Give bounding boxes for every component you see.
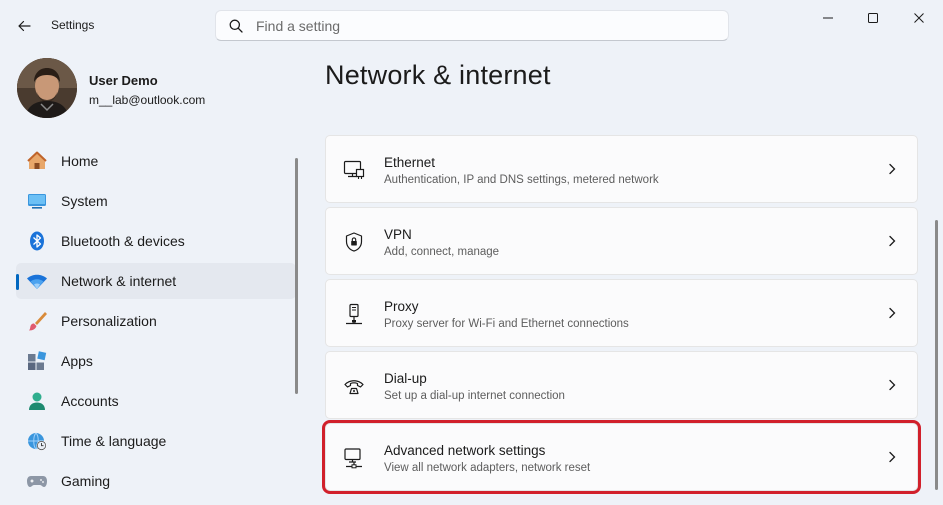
- card-title: Advanced network settings: [384, 443, 546, 458]
- close-button[interactable]: [903, 6, 935, 30]
- card-subtitle: Authentication, IP and DNS settings, met…: [384, 174, 659, 186]
- chevron-right-icon: [885, 450, 899, 464]
- sidebar-item-time-language[interactable]: Time & language: [16, 423, 296, 459]
- sidebar-item-gaming[interactable]: Gaming: [16, 463, 296, 499]
- back-button[interactable]: [10, 12, 38, 40]
- sidebar-item-personalization[interactable]: Personalization: [16, 303, 296, 339]
- brush-icon: [26, 310, 48, 332]
- sidebar-item-label: Personalization: [61, 313, 157, 329]
- page-title: Network & internet: [325, 60, 551, 90]
- setting-card-dialup[interactable]: Dial-up Set up a dial-up internet connec…: [325, 351, 918, 419]
- card-title: VPN: [384, 227, 412, 242]
- card-subtitle: Set up a dial-up internet connection: [384, 390, 565, 402]
- setting-card-ethernet[interactable]: Ethernet Authentication, IP and DNS sett…: [325, 135, 918, 203]
- minimize-button[interactable]: [812, 6, 844, 30]
- sidebar-item-home[interactable]: Home: [16, 143, 296, 179]
- back-arrow-icon: [18, 20, 31, 32]
- dialup-phone-icon: [342, 374, 366, 398]
- card-title: Ethernet: [384, 155, 436, 170]
- chevron-right-icon: [885, 162, 899, 176]
- user-name: User Demo: [89, 73, 158, 88]
- sidebar-item-label: Home: [61, 153, 99, 169]
- search-box[interactable]: [215, 10, 729, 41]
- sidebar-item-accounts[interactable]: Accounts: [16, 383, 296, 419]
- wifi-icon: [26, 270, 48, 292]
- main-scrollbar[interactable]: [935, 220, 938, 490]
- home-icon: [26, 150, 48, 172]
- card-title: Proxy: [384, 299, 419, 314]
- card-subtitle: Proxy server for Wi-Fi and Ethernet conn…: [384, 318, 629, 330]
- card-subtitle: View all network adapters, network reset: [384, 462, 591, 474]
- user-email: m__lab@outlook.com: [89, 93, 206, 107]
- sidebar-item-bluetooth[interactable]: Bluetooth & devices: [16, 223, 296, 259]
- vpn-shield-icon: [342, 230, 366, 254]
- settings-list: Ethernet Authentication, IP and DNS sett…: [322, 135, 921, 495]
- sidebar-item-apps[interactable]: Apps: [16, 343, 296, 379]
- sidebar-item-label: System: [61, 193, 108, 209]
- sidebar-item-label: Accounts: [61, 393, 119, 409]
- user-portrait-icon: [17, 58, 77, 118]
- app-title: Settings: [51, 18, 95, 32]
- sidebar-item-label: Network & internet: [61, 273, 177, 289]
- sidebar-nav: Home System Bluetooth & devices Network …: [16, 143, 296, 503]
- accounts-icon: [26, 390, 48, 412]
- avatar[interactable]: [17, 58, 77, 118]
- chevron-right-icon: [885, 306, 899, 320]
- proxy-icon: [342, 302, 366, 326]
- sidebar-item-network[interactable]: Network & internet: [16, 263, 296, 299]
- sidebar-item-label: Bluetooth & devices: [61, 233, 185, 249]
- card-subtitle: Add, connect, manage: [384, 246, 500, 258]
- setting-card-advanced-network[interactable]: Advanced network settings View all netwo…: [322, 420, 921, 494]
- setting-card-proxy[interactable]: Proxy Proxy server for Wi-Fi and Etherne…: [325, 279, 918, 347]
- sidebar-item-system[interactable]: System: [16, 183, 296, 219]
- chevron-right-icon: [885, 234, 899, 248]
- sidebar-scrollbar[interactable]: [295, 158, 298, 394]
- system-icon: [26, 190, 48, 212]
- bluetooth-icon: [26, 230, 48, 252]
- minimize-icon: [823, 17, 833, 19]
- chevron-right-icon: [885, 378, 899, 392]
- search-input[interactable]: [256, 17, 696, 34]
- title-bar: Settings: [0, 0, 943, 50]
- selection-indicator: [16, 274, 19, 290]
- globe-clock-icon: [26, 430, 48, 452]
- maximize-icon: [868, 13, 878, 23]
- sidebar-item-label: Time & language: [61, 433, 167, 449]
- maximize-button[interactable]: [857, 6, 889, 30]
- apps-icon: [26, 350, 48, 372]
- close-icon: [914, 13, 924, 23]
- setting-card-vpn[interactable]: VPN Add, connect, manage: [325, 207, 918, 275]
- card-title: Dial-up: [384, 371, 427, 386]
- sidebar-item-label: Gaming: [61, 473, 111, 489]
- sidebar-item-label: Apps: [61, 353, 93, 369]
- gamepad-icon: [26, 470, 48, 492]
- search-icon: [228, 18, 244, 34]
- ethernet-icon: [342, 158, 366, 182]
- advanced-network-icon: [342, 446, 366, 470]
